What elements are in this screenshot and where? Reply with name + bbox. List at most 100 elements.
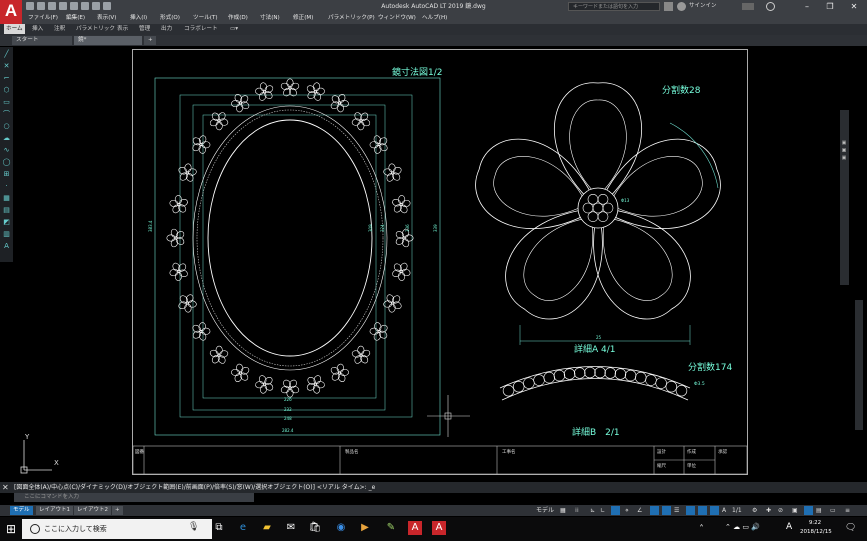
label-detail-a: 詳細A 4/1 (574, 343, 616, 355)
annotation-scale-value[interactable]: 1/1 (732, 506, 742, 515)
auto-scale-icon[interactable] (710, 506, 719, 515)
dim-282-4: 282.4 (282, 428, 294, 433)
layout-tab-model[interactable]: モデル (10, 506, 33, 515)
lineweight-icon[interactable] (662, 506, 671, 515)
selection-cycle-icon[interactable] (686, 506, 695, 515)
bead (533, 374, 545, 386)
annotation-monitor-icon[interactable]: ✚ (766, 506, 771, 515)
drawing-title: 鏡寸法図1/2 (392, 66, 443, 78)
title-block-project: 工事名 (502, 450, 516, 455)
app-icon-2[interactable]: ▶ (358, 521, 372, 535)
ortho-icon[interactable]: ∟ (600, 506, 605, 515)
layout-tab-layout2[interactable]: レイアウト2 (74, 506, 111, 515)
bead (584, 366, 596, 379)
ring-flower (280, 379, 300, 398)
bead (614, 368, 627, 380)
ring-flower (166, 228, 185, 248)
bead (645, 374, 657, 386)
dim-bead: Φ3.5 (694, 381, 705, 387)
autocad-taskbar-icon[interactable]: A (408, 521, 422, 535)
ring-flower (392, 195, 411, 214)
title-block-drawing-no: 図番 (135, 450, 144, 455)
dim-336: 336 (405, 224, 410, 232)
edge-icon[interactable]: e (236, 521, 250, 535)
ring-flower (192, 322, 211, 341)
taskbar-clock[interactable]: 9:22 2018/12/15 (800, 519, 832, 537)
drawing-canvas[interactable]: 鏡寸法図1/2 分割数28 分割数174 詳細A 4/1 詳細B 2/1 226… (0, 0, 867, 541)
model-space-toggle[interactable]: モデル (536, 506, 554, 515)
command-input[interactable]: ここにコマンドを入力 (14, 493, 254, 502)
windows-start-icon[interactable]: ⊞ (0, 517, 22, 541)
ring-flower (330, 363, 349, 382)
autocad-lt-taskbar-icon[interactable]: A (432, 521, 446, 535)
isodraft-icon[interactable]: ⋄ (625, 506, 629, 515)
bead (665, 380, 678, 393)
task-view-icon[interactable]: ⧉ (212, 521, 226, 535)
transparency-icon[interactable]: ☰ (674, 506, 679, 515)
layout-tab-layout1[interactable]: レイアウト1 (36, 506, 73, 515)
people-icon[interactable]: ᴬ (700, 523, 703, 531)
mail-icon[interactable]: ✉ (284, 521, 298, 535)
polar-icon[interactable] (611, 506, 620, 515)
ring-flower (383, 294, 402, 313)
ucs-y-label: Y (24, 433, 30, 441)
title-block-draw: 作成 (687, 450, 696, 455)
command-close-icon[interactable]: ✕ (2, 483, 9, 492)
dim-flower-center: Φ13 (621, 198, 630, 203)
dim-309: 309 (368, 224, 373, 232)
ring-flower (369, 322, 388, 341)
clock-time: 9:22 (808, 520, 822, 526)
infer-icon[interactable]: ⊾ (590, 506, 595, 515)
title-block-approve: 承認 (718, 450, 727, 455)
bead-arc-outer (499, 366, 691, 389)
bead (635, 371, 647, 384)
quick-properties-icon[interactable]: ▣ (792, 506, 798, 515)
petal-outer (597, 138, 721, 229)
dim-226: 226 (284, 397, 292, 402)
cortana-icon (30, 524, 40, 534)
grid-icon[interactable]: ▦ (560, 506, 566, 515)
ime-indicator[interactable]: A (786, 522, 792, 532)
object-track-icon[interactable]: ∠ (637, 506, 642, 515)
app-icon-3[interactable]: ✎ (384, 521, 398, 535)
bead (604, 367, 616, 379)
bead (655, 377, 667, 389)
dim-324: 324 (380, 224, 385, 232)
ring-flower (178, 163, 197, 182)
ring-flower (209, 112, 229, 131)
bead (675, 384, 688, 397)
taskbar-search-input[interactable]: ここに入力して検索 (22, 519, 212, 539)
title-block-product: 製品名 (345, 450, 359, 455)
layout-tab-add[interactable]: + (112, 506, 123, 515)
hardware-accel-icon[interactable]: ▤ (816, 506, 822, 515)
ring-flower (169, 262, 188, 281)
tray-icons[interactable]: ⌃ ☁ ▭ 🔊 (725, 523, 760, 531)
customize-icon[interactable]: ≡ (845, 506, 850, 515)
clean-screen-icon[interactable]: ▭ (830, 506, 836, 515)
notification-icon[interactable]: 🗨 (845, 523, 856, 533)
bead (594, 366, 606, 379)
file-explorer-icon[interactable]: ▰ (260, 521, 274, 535)
osnap-icon[interactable] (650, 506, 659, 515)
isolate-objects-icon[interactable] (804, 506, 813, 515)
ring-flower (178, 294, 197, 313)
label-detail-b: 詳細B 2/1 (572, 426, 620, 438)
bead (574, 367, 586, 379)
ring-flower (255, 82, 274, 101)
ring-flower (169, 195, 188, 214)
annotation-visibility-icon[interactable] (698, 506, 707, 515)
bead (502, 384, 515, 397)
app-icon-1[interactable]: ◉ (334, 521, 348, 535)
title-block-scale: 縮尺 (657, 464, 666, 469)
bead (553, 369, 566, 382)
annotation-scale-icon[interactable]: A (722, 506, 726, 515)
bead (563, 368, 576, 380)
mirror-frame-drawing (154, 77, 441, 436)
store-icon[interactable]: 🛍 (308, 521, 322, 535)
snap-icon[interactable]: ⁞⁞ (575, 506, 579, 515)
units-icon[interactable]: ⊘ (778, 506, 783, 515)
microphone-icon[interactable]: 🎙 (188, 522, 199, 532)
ring-flower (369, 135, 388, 154)
workspace-gear-icon[interactable]: ⚙ (752, 506, 757, 515)
ring-flower (395, 228, 414, 248)
